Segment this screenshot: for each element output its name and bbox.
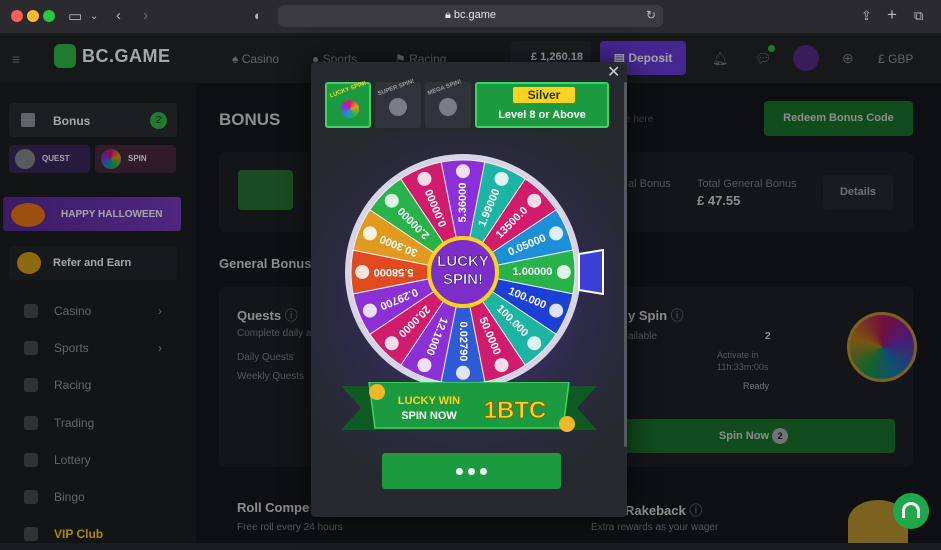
prize-wheel[interactable]: 5.36000 1.9900013500.00.050001.00000100.0…: [341, 154, 611, 384]
mega-wheel-icon: [439, 98, 457, 116]
minimize-window-button[interactable]: [27, 10, 39, 22]
wheel-segment-value: 5.58000: [374, 266, 414, 278]
sidebar-toggle-icon[interactable]: ▭: [68, 7, 82, 25]
banner-bottom-text: SPIN NOW: [401, 410, 457, 422]
zoom-window-button[interactable]: [43, 10, 55, 22]
spin-loading-button[interactable]: [382, 453, 561, 489]
loading-dot: [456, 468, 463, 475]
coin-icon: [369, 384, 385, 400]
coin-icon: [494, 171, 509, 186]
super-wheel-icon: [389, 98, 407, 116]
coin-icon: [556, 265, 571, 279]
tab-mega-spin[interactable]: MEGA SPIN!: [425, 79, 471, 128]
tabs-overview-icon[interactable]: ⧉: [914, 8, 923, 24]
close-icon[interactable]: ✕: [607, 62, 620, 82]
share-icon[interactable]: ⇪: [861, 8, 872, 24]
new-tab-icon[interactable]: +: [887, 5, 897, 25]
coin-icon: [456, 164, 470, 179]
coin-icon: [456, 365, 470, 380]
url-text: 🔒︎ bc.game: [444, 9, 497, 21]
headset-icon: [902, 502, 920, 518]
close-window-button[interactable]: [11, 10, 23, 22]
level-requirement-text: Level 8 or Above: [498, 109, 586, 121]
spin-banner[interactable]: LUCKY WIN SPIN NOW 1BTC: [341, 382, 597, 434]
lucky-spin-modal: ✕ LUCKY SPIN! SUPER SPIN! MEGA SPIN! Sil…: [311, 62, 627, 517]
coin-icon: [384, 193, 399, 208]
coin-icon: [549, 303, 564, 318]
coin-icon: [355, 265, 370, 279]
banner-top-text: LUCKY WIN: [398, 395, 460, 407]
back-icon[interactable]: ‹: [116, 7, 121, 24]
coin-icon: [362, 226, 377, 241]
coin-icon: [362, 303, 377, 318]
shield-icon[interactable]: ◐: [254, 8, 262, 23]
coin-icon: [417, 358, 432, 373]
wheel-pointer: [578, 248, 604, 296]
lucky-wheel-icon: [341, 100, 359, 118]
forward-icon[interactable]: ›: [143, 7, 148, 24]
browser-toolbar: ▭ ⌄ ‹ › ◐ 🔒︎ bc.game ↻ ⇪ + ⧉: [0, 0, 941, 34]
wheel-segment-value: 5.36000: [457, 183, 469, 223]
tab-label: SUPER SPIN!: [377, 78, 416, 98]
wheel-segment-value: 1.00000: [513, 266, 553, 278]
coin-icon: [559, 416, 575, 432]
level-requirement: Silver Level 8 or Above: [475, 82, 609, 128]
address-bar[interactable]: 🔒︎ bc.game ↻: [278, 5, 663, 27]
banner-prize-text: 1BTC: [484, 397, 547, 424]
chevron-down-icon[interactable]: ⌄: [90, 11, 98, 22]
support-button[interactable]: [893, 493, 929, 529]
wheel-segment-value: 0.02790: [457, 322, 469, 362]
lock-icon: 🔒︎: [444, 9, 454, 21]
coin-icon: [417, 171, 432, 186]
tab-lucky-spin[interactable]: LUCKY SPIN!: [325, 80, 371, 128]
coin-icon: [549, 226, 564, 241]
level-name: Silver: [513, 87, 575, 103]
coin-icon: [527, 336, 542, 351]
reload-icon[interactable]: ↻: [646, 8, 656, 22]
loading-dot: [480, 468, 487, 475]
wheel-hub-label: SPIN!: [443, 271, 483, 288]
tab-label: LUCKY SPIN!: [329, 80, 368, 100]
modal-scrollbar[interactable]: [624, 82, 627, 447]
sidebar-dim: [0, 83, 196, 543]
coin-icon: [527, 193, 542, 208]
wheel-hub-label: LUCKY: [437, 253, 489, 270]
tab-super-spin[interactable]: SUPER SPIN!: [375, 78, 421, 128]
coin-icon: [494, 358, 509, 373]
loading-dot: [468, 468, 475, 475]
coin-icon: [384, 336, 399, 351]
tab-label: MEGA SPIN!: [427, 79, 463, 97]
